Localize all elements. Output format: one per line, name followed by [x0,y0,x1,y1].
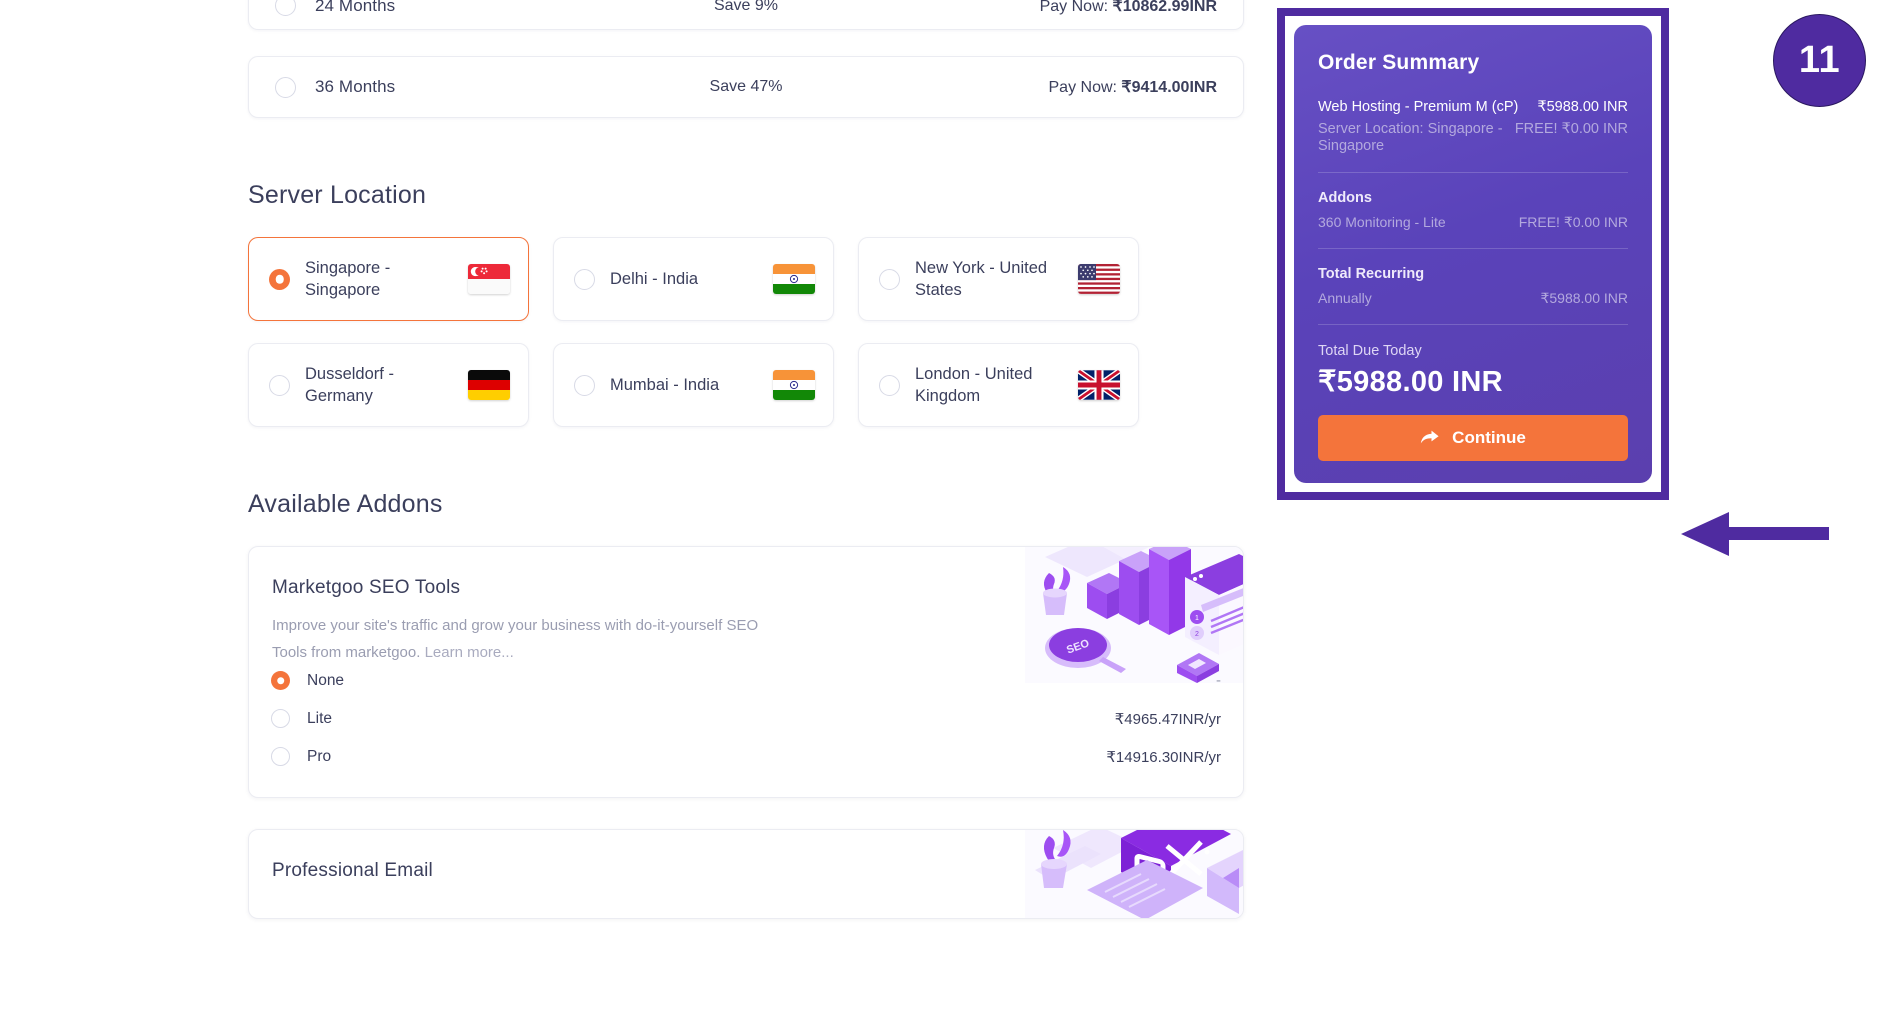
server-location-option-mumbai[interactable]: Mumbai - India [553,343,834,427]
pay-now-prefix: Pay Now: [1048,79,1122,96]
billing-cycle-label: 24 Months [315,0,396,15]
svg-text:2: 2 [1195,631,1199,638]
pay-now-amount: ₹10862.99INR [1112,0,1217,15]
addon-option-price: ₹4965.47INR/yr [1114,710,1221,728]
flag-united-states-icon [1078,264,1120,294]
order-summary-recurring-row: Annually ₹5988.00 INR [1318,290,1628,307]
flag-singapore-icon [468,264,510,294]
addon-option-radio[interactable] [271,747,290,766]
server-location-label: Singapore - Singapore [305,259,391,299]
step-number-badge: 11 [1773,14,1866,107]
billing-cycle-label: 36 Months [315,77,396,96]
server-location-heading: Server Location [248,181,427,209]
addon-option-price: ₹14916.30INR/yr [1106,748,1221,766]
configuration-column: 24 Months Save 9% Pay Now: ₹10862.99INR … [248,0,1244,919]
addon-name: Professional Email [272,860,433,881]
divider [1318,172,1628,173]
order-summary-server-location-label: Server Location: Singapore - Singapore [1318,121,1503,154]
order-summary-recurring-price: ₹5988.00 INR [1540,289,1628,306]
server-location-radio[interactable] [879,374,900,396]
server-location-label: New York - United States [915,259,1048,299]
addon-card-professional-email: Professional Email [248,829,1244,919]
addon-option-none[interactable]: None - [271,662,1243,699]
continue-button[interactable]: Continue [1318,414,1628,461]
order-summary-product-label: Web Hosting - Premium M (cP) [1318,99,1519,115]
divider [1318,323,1628,325]
addon-learn-more-link[interactable]: Learn more... [425,644,514,661]
order-summary-total-due-label: Total Due Today [1318,342,1422,359]
billing-cycle-option-24-months[interactable]: 24 Months Save 9% Pay Now: ₹10862.99INR [248,0,1244,30]
order-summary-addons-title: Addons [1318,189,1372,206]
billing-cycle-radio[interactable] [275,76,296,98]
order-summary-product-row: Web Hosting - Premium M (cP) ₹5988.00 IN… [1318,99,1628,115]
server-location-label: Dusseldorf - Germany [305,365,394,405]
server-location-label: Delhi - India [610,270,699,288]
addon-description-text: Improve your site's traffic and grow you… [272,617,759,661]
flag-india-icon [773,264,815,294]
order-summary-server-location-row: Server Location: Singapore - Singapore F… [1318,121,1628,155]
checkout-page: 24 Months Save 9% Pay Now: ₹10862.99INR … [0,0,1899,1034]
addon-option-label: Pro [307,747,332,765]
billing-cycle-savings: Save 9% [713,0,779,14]
addon-options-marketgoo: None - Lite ₹4965.47INR/yr Pro ₹14916.30… [271,662,1243,775]
addon-option-label: Lite [307,709,332,727]
flag-india-icon [773,370,815,400]
order-summary-addon-label: 360 Monitoring - Lite [1318,213,1446,230]
server-location-option-dusseldorf[interactable]: Dusseldorf - Germany [248,343,529,427]
divider [1318,247,1628,249]
order-summary-product-price: ₹5988.00 INR [1537,99,1628,115]
order-summary-addon-row: 360 Monitoring - Lite FREE! ₹0.00 INR [1318,214,1628,231]
billing-cycle-price: Pay Now: ₹9414.00INR [1049,77,1218,97]
billing-cycle-option-36-months[interactable]: 36 Months Save 47% Pay Now: ₹9414.00INR [248,56,1244,118]
server-location-option-singapore[interactable]: Singapore - Singapore [248,237,529,321]
svg-text:SEO: SEO [1065,637,1091,656]
billing-cycle-radio[interactable] [275,0,296,16]
order-summary-panel: Order Summary Web Hosting - Premium M (c… [1294,25,1652,483]
billing-cycle-savings: Save 47% [709,78,783,95]
pay-now-prefix: Pay Now: [1039,0,1113,15]
annotation-arrow [1681,511,1829,562]
server-location-grid: Singapore - Singapore Delhi - India New … [248,237,1244,427]
order-summary-addon-price: FREE! ₹0.00 INR [1518,213,1628,230]
server-location-option-london[interactable]: London - United Kingdom [858,343,1139,427]
server-location-radio[interactable] [574,374,595,396]
billing-cycle-price: Pay Now: ₹10862.99INR [1040,0,1217,16]
addon-description: Improve your site's traffic and grow you… [272,612,777,666]
flag-germany-icon [468,370,510,400]
addon-option-price: - [1216,672,1221,689]
server-location-radio[interactable] [269,374,290,396]
continue-button-label: Continue [1452,427,1526,447]
order-summary-total-due-value: ₹5988.00 INR [1318,365,1503,398]
server-location-radio[interactable] [879,268,900,290]
server-location-radio[interactable] [269,268,290,290]
available-addons-heading: Available Addons [248,490,443,518]
addon-option-radio[interactable] [271,671,290,690]
server-location-option-new-york[interactable]: New York - United States [858,237,1139,321]
addon-card-marketgoo: Marketgoo SEO Tools Improve your site's … [248,546,1244,798]
addon-name: Marketgoo SEO Tools [272,577,461,598]
order-summary-heading: Order Summary [1318,51,1480,74]
order-summary-recurring-title: Total Recurring [1318,265,1425,282]
server-location-label: Mumbai - India [610,376,720,394]
addon-option-lite[interactable]: Lite ₹4965.47INR/yr [271,700,1243,737]
addon-option-pro[interactable]: Pro ₹14916.30INR/yr [271,738,1243,775]
svg-text:1: 1 [1195,615,1199,622]
server-location-label: London - United Kingdom [915,365,1033,405]
addon-option-radio[interactable] [271,709,290,728]
server-location-radio[interactable] [574,268,595,290]
addon-option-label: None [307,671,345,689]
order-summary-server-location-price: FREE! ₹0.00 INR [1514,121,1628,137]
server-location-option-delhi[interactable]: Delhi - India [553,237,834,321]
forward-arrow-icon [1420,430,1439,446]
order-summary-highlight-box: Order Summary Web Hosting - Premium M (c… [1277,8,1669,500]
order-summary-recurring-label: Annually [1318,289,1372,306]
pay-now-amount: ₹9414.00INR [1121,79,1217,96]
step-number-text: 11 [1798,39,1841,81]
flag-united-kingdom-icon [1078,370,1120,400]
